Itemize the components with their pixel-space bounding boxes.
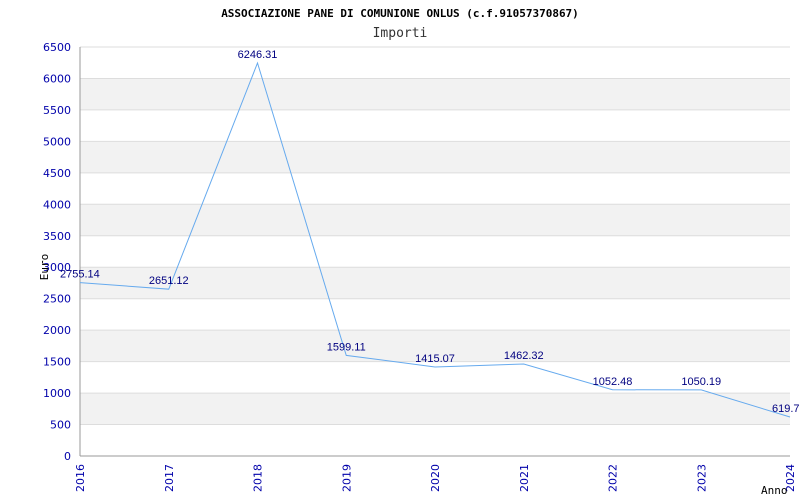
x-tick-label: 2023 <box>695 464 708 492</box>
y-tick-label: 500 <box>50 419 71 432</box>
y-tick-label: 2500 <box>43 293 71 306</box>
chart-subtitle: Importi <box>373 26 428 41</box>
data-label: 619.7 <box>772 403 800 415</box>
x-tick-label: 2021 <box>518 464 531 492</box>
y-tick-label: 4500 <box>43 167 71 180</box>
data-label: 2755.14 <box>60 269 100 281</box>
chart-title: ASSOCIAZIONE PANE DI COMUNIONE ONLUS (c.… <box>221 7 579 20</box>
data-label: 1599.11 <box>327 341 366 353</box>
y-tick-label: 5000 <box>43 135 71 148</box>
x-tick-label: 2018 <box>252 464 265 492</box>
data-label: 1050.19 <box>681 376 721 388</box>
data-label: 6246.31 <box>238 49 278 61</box>
y-tick-label: 1000 <box>43 387 71 400</box>
y-tick-label: 1500 <box>43 356 71 369</box>
x-tick-label: 2016 <box>74 464 87 492</box>
y-tick-label: 3500 <box>43 230 71 243</box>
y-tick-label: 5500 <box>43 104 71 117</box>
y-tick-label: 6500 <box>43 41 71 54</box>
x-axis-label: Anno <box>761 484 788 497</box>
y-tick-label: 2000 <box>43 324 71 337</box>
line-chart: 0500100015002000250030003500400045005000… <box>38 7 800 497</box>
x-tick-label: 2017 <box>163 464 176 492</box>
y-tick-label: 6000 <box>43 72 71 85</box>
y-tick-label: 4000 <box>43 198 71 211</box>
y-axis-label: Euro <box>38 254 51 281</box>
y-tick-label: 0 <box>64 450 71 463</box>
data-label: 1415.07 <box>415 353 455 365</box>
y-tick-labels: 0500100015002000250030003500400045005000… <box>43 41 71 463</box>
grid-bands <box>80 78 790 425</box>
grid-band <box>80 393 790 425</box>
grid-band <box>80 204 790 236</box>
data-label: 2651.12 <box>149 275 189 287</box>
x-tick-labels: 2016 2017 2018 2019 2020 2021 2022 2023 2024 <box>74 464 797 492</box>
grid-band <box>80 78 790 110</box>
data-label: 1052.48 <box>593 376 633 388</box>
grid-band <box>80 141 790 173</box>
x-tick-label: 2019 <box>340 464 353 492</box>
x-tick-label: 2020 <box>429 464 442 492</box>
data-label: 1462.32 <box>504 350 544 362</box>
x-tick-label: 2022 <box>607 464 620 492</box>
